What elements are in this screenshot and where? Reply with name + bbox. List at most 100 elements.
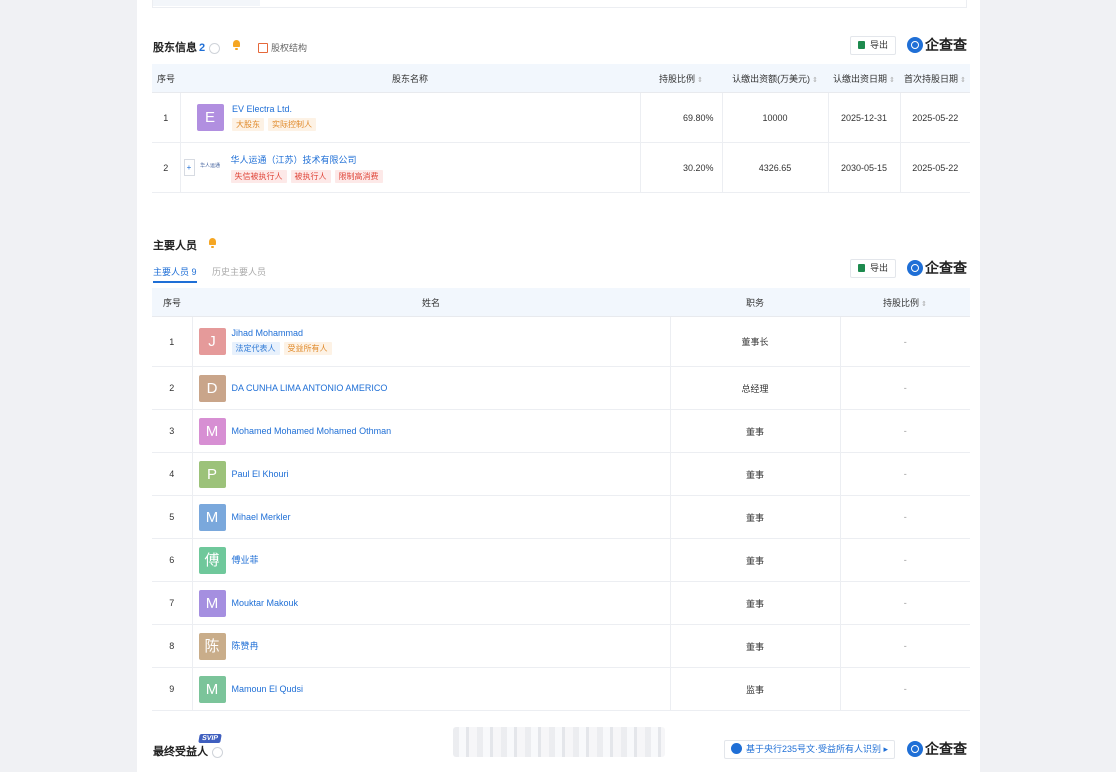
tab-history-personnel[interactable]: 历史主要人员 [212,265,266,278]
sort-icon: ⇕ [697,76,703,84]
row-no: 9 [152,667,193,711]
previous-tab-bar [153,0,260,6]
col-first-date[interactable]: 首次持股日期 ⇕ [900,64,970,93]
col-amount[interactable]: 认缴出资额(万美元) ⇕ [722,64,828,93]
sort-icon: ⇕ [960,76,966,84]
person-name-cell: M Mouktar Makouk [192,581,671,625]
table-row: 7 M Mouktar Makouk 董事 - [152,581,970,625]
col-sub-date[interactable]: 认缴出资日期 ⇕ [828,64,900,93]
role-cell: 董事长 [670,316,841,367]
tab-key-personnel[interactable]: 主要人员 9 [153,265,197,283]
personnel-header-row: 序号 姓名 职务 持股比例 ⇕ [152,288,970,317]
shareholder-link[interactable]: EV Electra Ltd. [232,104,320,114]
excel-icon [858,263,865,272]
role-cell: 董事 [670,409,841,453]
person-link[interactable]: 傅业菲 [232,547,259,574]
table-row: 6 傅傅业菲 董事 - [152,538,970,582]
person-link[interactable]: Mamoun El Qudsi [232,676,304,703]
info-icon [731,743,742,755]
table-row: 2 + 华人运通 华人运通（江苏）技术有限公司 失信被执行人 被执行人 限制高消费 … [152,142,970,193]
export-label: 导出 [870,263,889,273]
avatar: M [198,503,226,531]
sort-icon: ⇕ [889,76,895,84]
tag-restricted: 限制高消费 [334,169,383,183]
person-name-cell: D DA CUNHA LIMA ANTONIO AMERICO [192,366,671,410]
row-no: 4 [152,452,193,496]
qcc-logo: 企查查 [907,259,967,277]
avatar: E [196,104,224,131]
row-no: 8 [152,624,193,668]
previous-section-edge [152,0,967,8]
shareholders-export-button[interactable]: 导出 [850,36,897,55]
table-row: 1 J Jihad Mohammad 法定代表人 受益所有人 董事长 - [152,316,970,367]
col-role: 职务 [670,288,840,317]
shareholders-count: 2 [199,42,206,54]
person-link[interactable]: Mihael Merkler [232,504,291,531]
person-tag: 受益所有人 [283,342,332,355]
first-date-cell: 2025-05-22 [900,142,970,193]
table-row: 1 E EV Electra Ltd. 大股东 实际控制人 69.80% 1000… [152,92,970,143]
amount-cell: 4326.65 [722,142,829,193]
qcc-logo-text: 企查查 [925,741,967,757]
structure-icon [258,42,268,53]
bell-icon[interactable] [208,238,217,248]
col-no: 序号 [152,288,192,317]
person-name-cell: J Jihad Mohammad 法定代表人 受益所有人 [192,316,671,367]
help-icon[interactable] [209,42,221,54]
ratio-cell: - [840,667,970,711]
table-row: 5 M Mihael Merkler 董事 - [152,495,970,539]
row-no: 1 [152,316,193,367]
qcc-logo-icon [907,260,923,277]
personnel-export-button[interactable]: 导出 [850,259,897,278]
equity-structure-label: 股权结构 [271,43,308,53]
role-cell: 董事 [670,624,841,668]
ratio-cell: - [840,409,970,453]
personnel-table: 序号 姓名 职务 持股比例 ⇕ 1 J Jihad Mohammad 法定代表人 受益所有… [152,288,970,711]
col-name: 姓名 [192,288,670,317]
avatar: 陈 [198,632,226,660]
person-link[interactable]: Mouktar Makouk [232,590,299,617]
beneficiary-basis-link[interactable]: 基于央行235号文·受益所有人识别 ▸ [724,740,896,759]
help-icon[interactable] [212,746,223,758]
ratio-cell: - [840,316,970,367]
shareholders-header-row: 序号 股东名称 持股比例 ⇕ 认缴出资额(万美元) ⇕ 认缴出资日期 ⇕ 首次持股日期… [152,64,970,93]
person-name-cell: 陈陈赞冉 [192,624,671,668]
blurred-content [453,727,665,757]
person-link[interactable]: Paul El Khouri [232,461,289,488]
col-ratio[interactable]: 持股比例 ⇕ [840,288,970,317]
avatar: M [198,589,226,617]
ratio-cell: - [840,495,970,539]
equity-structure-link[interactable]: 股权结构 [258,41,307,54]
qcc-logo: 企查查 [907,740,967,758]
ratio-cell: 30.20% [640,142,723,193]
shareholder-link[interactable]: 华人运通（江苏）技术有限公司 [231,153,387,166]
personnel-title: 主要人员 [153,240,197,252]
avatar: J [198,328,226,355]
person-link[interactable]: DA CUNHA LIMA ANTONIO AMERICO [232,375,388,402]
person-link[interactable]: 陈赞冉 [232,633,259,660]
role-cell: 董事 [670,538,841,582]
col-ratio[interactable]: 持股比例 ⇕ [640,64,722,93]
expand-button[interactable]: + [183,158,195,176]
company-detail-page: 股东信息 2 股权结构 导出 企查查 序号 股东名称 持股比例 ⇕ 认缴出资额(万美… [137,0,980,772]
role-cell: 董事 [670,581,841,625]
col-no: 序号 [152,64,180,93]
shareholders-table: 序号 股东名称 持股比例 ⇕ 认缴出资额(万美元) ⇕ 认缴出资日期 ⇕ 首次持股日期… [152,64,970,193]
avatar: M [198,675,226,703]
row-no: 7 [152,581,193,625]
bell-icon[interactable] [232,40,241,50]
sort-icon: ⇕ [812,76,818,84]
amount-cell: 10000 [722,92,829,143]
avatar: D [198,374,226,402]
row-no: 2 [152,366,193,410]
export-label: 导出 [870,40,889,50]
role-cell: 董事 [670,495,841,539]
avatar: M [198,417,226,445]
person-link[interactable]: Mohamed Mohamed Mohamed Othman [232,418,392,445]
qcc-logo-icon [907,37,923,54]
ratio-cell: 69.80% [640,92,723,143]
person-name-cell: P Paul El Khouri [192,452,671,496]
tag-actual-controller: 实际控制人 [268,118,317,131]
ratio-cell: - [840,624,970,668]
person-link[interactable]: Jihad Mohammad [232,328,336,338]
